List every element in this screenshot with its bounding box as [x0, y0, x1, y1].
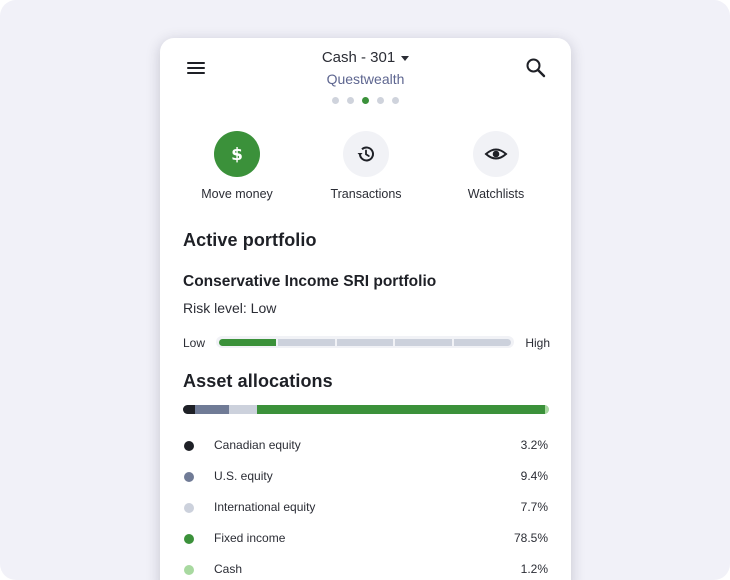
allocation-segment: [257, 405, 545, 414]
eye-icon: [473, 131, 519, 177]
allocation-row: Cash 1.2%: [183, 562, 548, 580]
watchlists-label: Watchlists: [467, 187, 525, 201]
allocation-value: 7.7%: [520, 500, 548, 514]
risk-track: [216, 336, 514, 348]
page-indicator: [160, 97, 571, 104]
risk-segment-2: [277, 339, 335, 346]
active-portfolio-heading: Active portfolio: [183, 230, 317, 250]
allocation-name: Cash: [214, 562, 243, 576]
account-selector[interactable]: Cash - 301: [321, 49, 410, 66]
transactions-button[interactable]: Transactions: [301, 131, 431, 201]
caret-down-icon: [401, 56, 410, 61]
allocation-value: 3.2%: [520, 438, 548, 452]
allocation-segment: [544, 405, 549, 414]
legend-swatch: [184, 503, 194, 513]
legend-swatch: [184, 534, 194, 544]
phone-screen: Cash - 301 Questwealth $ Move money Tran…: [160, 38, 571, 580]
allocation-segment: [194, 405, 230, 414]
organization-name: Questwealth: [326, 71, 405, 87]
page-dot[interactable]: [377, 97, 384, 104]
watchlists-button[interactable]: Watchlists: [431, 131, 561, 201]
risk-high-label: High: [525, 336, 550, 350]
portfolio-name: Conservative Income SRI portfolio: [183, 273, 437, 290]
history-icon: [343, 131, 389, 177]
legend-swatch: [184, 565, 194, 575]
allocation-name: Fixed income: [214, 531, 286, 545]
allocation-row: International equity 7.7%: [183, 500, 548, 518]
legend-swatch: [184, 441, 194, 451]
allocation-row: Fixed income 78.5%: [183, 531, 548, 549]
risk-low-label: Low: [183, 336, 206, 350]
account-name: Cash - 301: [321, 49, 396, 66]
allocation-row: Canadian equity 3.2%: [183, 438, 548, 456]
dollar-icon: $: [214, 131, 260, 177]
page-dot[interactable]: [332, 97, 339, 104]
allocation-name: Canadian equity: [214, 438, 301, 452]
allocation-value: 1.2%: [520, 562, 548, 576]
page-dot-active[interactable]: [362, 97, 369, 104]
allocation-value: 9.4%: [520, 469, 548, 483]
transactions-label: Transactions: [330, 187, 402, 201]
risk-segment-1: [219, 339, 276, 346]
search-icon[interactable]: [524, 56, 548, 80]
svg-text:$: $: [231, 145, 243, 165]
allocation-row: U.S. equity 9.4%: [183, 469, 548, 487]
page-dot[interactable]: [392, 97, 399, 104]
move-money-button[interactable]: $ Move money: [172, 131, 302, 201]
allocation-name: U.S. equity: [214, 469, 273, 483]
page-dot[interactable]: [347, 97, 354, 104]
legend-swatch: [184, 472, 194, 482]
risk-level-text: Risk level: Low: [183, 300, 277, 316]
allocation-value: 78.5%: [513, 531, 548, 545]
move-money-label: Move money: [201, 187, 273, 201]
allocation-name: International equity: [214, 500, 316, 514]
allocation-segment: [229, 405, 258, 414]
account-header: Cash - 301 Questwealth: [160, 49, 571, 104]
risk-meter: Low High: [183, 336, 550, 352]
asset-allocations-heading: Asset allocations: [183, 371, 333, 391]
canvas-background: Cash - 301 Questwealth $ Move money Tran…: [0, 0, 730, 580]
risk-segment-4: [395, 339, 453, 346]
risk-segment-5: [454, 339, 511, 346]
risk-segment-3: [336, 339, 394, 346]
allocation-segment: [183, 405, 195, 414]
allocation-bar: [183, 405, 549, 414]
